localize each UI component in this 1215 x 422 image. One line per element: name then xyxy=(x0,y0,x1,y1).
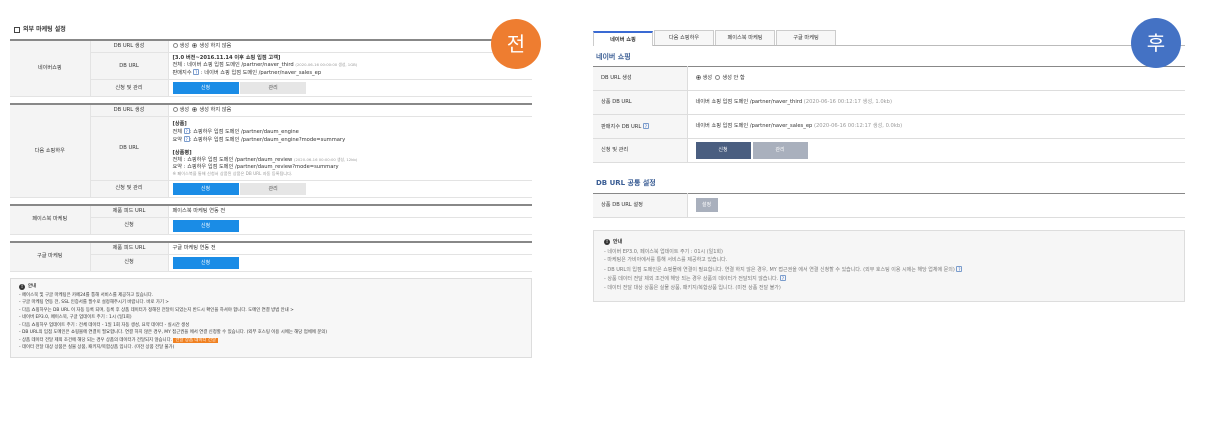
daum-label: 다음 쇼핑하우 xyxy=(10,105,91,198)
facebook-label: 페이스북 마케팅 xyxy=(10,205,91,235)
info-icon: ! xyxy=(19,283,25,290)
radio-gen[interactable] xyxy=(172,43,178,49)
field-label: 신청 및 관리 xyxy=(90,79,169,98)
apply-button[interactable]: 신청 xyxy=(695,142,751,160)
after-badge: 후 xyxy=(1131,18,1181,68)
before-badge: 전 xyxy=(491,19,541,69)
info-item: - DB URL의 입점 도메인은 쇼핑몰에 연결이 필요합니다. 연결 하지 … xyxy=(604,265,963,273)
idx-db-url: 네이버 쇼핑 입점 도메인 /partner/naver_sales_ep xyxy=(695,123,813,130)
info-item: - 구글 마케팅 연동 전, SSL 인증서를 필수로 설정해주시기 바랍니다.… xyxy=(19,300,169,306)
info-item: - 상품 데이터 전달 제외 조건에 해당 되는 경우 상품의 데이터가 전달되… xyxy=(604,275,786,283)
info-item: - 네이버 EP3.0, 페이스북 업데이트 주기 : 01시 (일1회) xyxy=(604,248,723,255)
field-label: DB URL 생성 xyxy=(593,66,688,92)
radio-gen[interactable] xyxy=(695,75,701,81)
radio-nogen[interactable] xyxy=(715,75,721,81)
prod-db-url: 네이버 쇼핑 입점 도메인 /partner/naver_third xyxy=(695,99,803,106)
apply-button[interactable]: 신청 xyxy=(172,82,239,95)
info-item: - 마케팅은 가비아에서를 통해 서비스를 제공하고 있습니다. xyxy=(604,257,728,264)
url-gen-radio[interactable]: 생성 생성 하지 않음 xyxy=(168,41,532,54)
feed-value: 페이스북 마케팅 연동 전 xyxy=(168,205,532,218)
field-label: 상품 DB URL 설정 xyxy=(593,193,688,218)
before-panel: 외부 마케팅 설정 네이버쇼핑 DB URL 생성 생성 생성 하지 않음 DB… xyxy=(10,22,532,359)
db-url-value: [상품] 전체 ?: 쇼핑하우 입점 도메인 /partner/daum_eng… xyxy=(168,116,532,181)
common-settings-table: 상품 DB URL 설정 설정 xyxy=(593,192,1185,218)
radio-nogen[interactable] xyxy=(192,43,198,49)
info-item: - 네이버 EP3.0, 페이스북, 구글 업데이트 주기 : 1시 (일1회) xyxy=(19,315,132,321)
feed-value: 구글 마케팅 연동 전 xyxy=(168,242,532,255)
help-icon[interactable]: ? xyxy=(642,122,649,129)
tab-google[interactable]: 구글 마케팅 xyxy=(776,30,836,45)
field-label: 신청 xyxy=(90,217,169,235)
after-panel: 네이버 쇼핑 다음 쇼핑하우 페이스북 마케팅 구글 마케팅 네이버 쇼핑 DB… xyxy=(593,30,1185,303)
field-label: DB URL xyxy=(90,52,169,81)
daum-group: 다음 쇼핑하우 DB URL 생성 생성 생성 하지 않음 DB URL [상품… xyxy=(10,103,532,198)
info-item: - 데이터 전달 대상 상품은 실물 상품, 패키지/복합상품 입니다. (미전… xyxy=(19,345,175,351)
url-gen-radio[interactable]: 생성 생성 하지 않음 xyxy=(168,105,532,118)
naver-label: 네이버쇼핑 xyxy=(10,41,91,98)
apply-button[interactable]: 신청 xyxy=(172,219,239,232)
naver-settings-table: DB URL 생성 생성 생성 안 함 상품 DB URL 네이버 쇼핑 입점 … xyxy=(593,66,1185,164)
radio-nogen[interactable] xyxy=(192,107,198,113)
info-tag[interactable]: 전달 상품 데이터 전달 xyxy=(173,337,218,343)
db-url-value: [3.0 버전~2016.11.14 이후 쇼핑 입점 고객] 전체 : 네이버… xyxy=(168,52,532,81)
info-item: - 다음 쇼핑하우 업데이트 주기 : 전체 데이터 - 1일 1회 자동 생성… xyxy=(19,322,190,328)
url-gen-radio[interactable]: 생성 생성 안 함 xyxy=(687,66,1185,92)
field-label: DB URL 생성 xyxy=(90,41,169,54)
tab-naver[interactable]: 네이버 쇼핑 xyxy=(593,31,653,46)
apply-button[interactable]: 신청 xyxy=(172,256,239,269)
field-label: 제품 피드 URL xyxy=(90,242,169,255)
tab-bar: 네이버 쇼핑 다음 쇼핑하우 페이스북 마케팅 구글 마케팅 xyxy=(593,30,1185,46)
checkbox-icon xyxy=(14,27,20,34)
info-icon: ! xyxy=(604,239,610,246)
info-item: - 상품 데이터 전달 제외 조건에 해당 되는 경우 상품의 데이터가 전달되… xyxy=(19,337,218,343)
help-icon[interactable]: ? xyxy=(193,69,200,76)
info-box: ! 안내 - 네이버 EP3.0, 페이스북 업데이트 주기 : 01시 (일1회… xyxy=(593,229,1185,303)
field-label: 상품 DB URL xyxy=(593,90,688,116)
field-label: 신청 및 관리 xyxy=(593,138,688,164)
info-item: - DB URL의 입점 도메인은 쇼핑몰에 연결이 필요합니다. 연결 하지 … xyxy=(19,330,328,336)
section-title: 외부 마케팅 설정 xyxy=(14,26,532,34)
field-label: 판매지수 DB URL ? xyxy=(593,114,688,140)
tab-facebook[interactable]: 페이스북 마케팅 xyxy=(715,30,775,45)
info-item: - 페이스북 및 구글 마케팅은 카페24를 통해 서비스를 제공하고 있습니다… xyxy=(19,292,154,298)
naver-group: 네이버쇼핑 DB URL 생성 생성 생성 하지 않음 DB URL [3.0 … xyxy=(10,39,532,98)
google-label: 구글 마케팅 xyxy=(10,242,91,272)
radio-gen[interactable] xyxy=(172,107,178,113)
tab-daum[interactable]: 다음 쇼핑하우 xyxy=(654,30,714,45)
manage-button[interactable]: 관리 xyxy=(240,182,307,195)
manage-button[interactable]: 관리 xyxy=(240,82,307,95)
field-label: 제품 피드 URL xyxy=(90,205,169,218)
help-icon[interactable]: ? xyxy=(779,275,786,282)
manage-button[interactable]: 관리 xyxy=(752,142,808,160)
field-label: 신청 xyxy=(90,254,169,272)
common-section-title: DB URL 공통 설정 xyxy=(596,179,656,188)
facebook-group: 페이스북 마케팅 제품 피드 URL 페이스북 마케팅 연동 전 신청 신청 xyxy=(10,203,532,235)
google-group: 구글 마케팅 제품 피드 URL 구글 마케팅 연동 전 신청 신청 xyxy=(10,240,532,272)
field-label: DB URL xyxy=(90,116,169,181)
info-box: ! 안내 - 페이스북 및 구글 마케팅은 카페24를 통해 서비스를 제공하고 … xyxy=(10,277,532,359)
info-item: - 데이터 전달 대상 상품은 실물 상품, 패키지/복합상품 입니다. (미전… xyxy=(604,284,781,291)
comparison-page: 외부 마케팅 설정 네이버쇼핑 DB URL 생성 생성 생성 하지 않음 DB… xyxy=(0,0,1215,422)
field-label: 신청 및 관리 xyxy=(90,180,169,198)
settings-button[interactable]: 설정 xyxy=(695,198,718,213)
section-title: 네이버 쇼핑 xyxy=(596,53,631,61)
field-label: DB URL 생성 xyxy=(90,105,169,118)
help-icon[interactable]: ? xyxy=(956,265,963,272)
apply-button[interactable]: 신청 xyxy=(172,182,239,195)
info-item: - 다음 쇼핑하우는 DB URL 이 자동 등록 되며, 등록 후 상품 데이… xyxy=(19,307,294,313)
